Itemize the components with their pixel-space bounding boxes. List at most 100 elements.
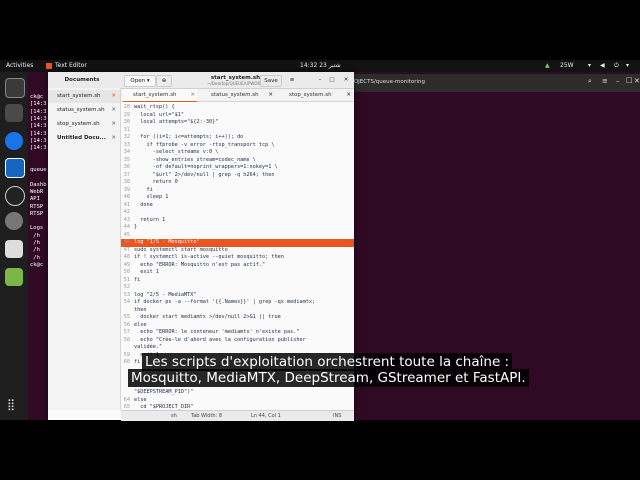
- close-icon[interactable]: ✕: [342, 75, 350, 85]
- terminal-title: ROJECTS/queue-monitoring: [350, 79, 426, 85]
- terminal-line: [14:3: [30, 130, 47, 137]
- maximize-icon[interactable]: □: [328, 75, 336, 85]
- sidebar-item-stop-system[interactable]: stop_system.sh ✕: [48, 118, 120, 131]
- settings-icon[interactable]: [5, 212, 23, 230]
- code-text: echo "ERROR: le conteneur 'mediamtx' n'e…: [134, 329, 300, 335]
- line-number: 52: [123, 284, 130, 290]
- code-line: 40 sleep 1: [121, 194, 354, 202]
- files-icon[interactable]: [5, 104, 23, 122]
- close-icon[interactable]: ✕: [634, 77, 640, 85]
- save-button[interactable]: Save: [260, 75, 282, 87]
- close-icon[interactable]: ✕: [111, 104, 116, 117]
- code-text: then: [134, 306, 147, 313]
- volume-icon[interactable]: ◀: [600, 62, 605, 69]
- minimize-icon[interactable]: –: [316, 75, 324, 85]
- code-line: 33 if ffprobe -v error -rtsp_transport t…: [121, 142, 354, 150]
- sidebar-item-untitled[interactable]: Untitled Docu... ✕: [48, 132, 120, 145]
- line-number: 55: [123, 314, 130, 320]
- sidebar-item-label: stop_system.sh: [57, 121, 100, 127]
- code-text: return 0: [134, 179, 178, 185]
- clock[interactable]: 14:32 شتبر 23: [300, 62, 341, 69]
- cursor-position: Ln 44, Col 1: [251, 413, 281, 419]
- code-line: 38 return 0: [121, 179, 354, 187]
- code-text: done: [134, 201, 153, 208]
- document-icon[interactable]: [5, 240, 23, 258]
- language-selector[interactable]: sh: [171, 413, 177, 419]
- code-line: 56 else: [121, 322, 354, 330]
- code-text: }: [134, 224, 138, 230]
- terminal-line: [14:3: [30, 108, 47, 115]
- menu-icon[interactable]: ≡: [288, 75, 296, 85]
- menu-icon[interactable]: ≡: [602, 77, 608, 85]
- tab-stop-system[interactable]: stop_system.sh ✕: [279, 89, 353, 101]
- open-button[interactable]: Open ▾: [124, 75, 156, 87]
- code-line: 39 fi: [121, 187, 354, 195]
- terminal-line: /h: [30, 232, 40, 239]
- close-icon[interactable]: ✕: [111, 118, 116, 131]
- code-line: 36 -of default=noprint_wrappers=1:nokey=…: [121, 164, 354, 172]
- menu-chevron-icon[interactable]: ▾: [626, 62, 629, 69]
- apps-grid-icon[interactable]: ⣿: [7, 398, 21, 412]
- minimize-icon[interactable]: –: [616, 77, 620, 85]
- code-text: if ! systemctl is-active --quiet mosquit…: [134, 254, 284, 260]
- line-number: 40: [123, 194, 130, 200]
- open-label: Open: [130, 78, 146, 84]
- tab-width-selector[interactable]: Tab Width: 8: [191, 413, 222, 419]
- sidebar-item-label: Untitled Docu...: [57, 135, 106, 141]
- app-menu[interactable]: Text Editor: [55, 62, 87, 69]
- search-icon[interactable]: ⌕: [588, 77, 592, 86]
- text-editor-dock-icon[interactable]: [5, 158, 25, 178]
- sidebar-item-status-system[interactable]: status_system.sh ✕: [48, 104, 120, 117]
- activities-button[interactable]: Activities: [6, 62, 33, 69]
- code-line: 43 return 1: [121, 217, 354, 225]
- terminal-line: API: [30, 196, 40, 203]
- terminal-line: /h: [30, 247, 40, 254]
- terminal-line: [14:3: [30, 101, 47, 108]
- code-line: 48 if ! systemctl is-active --quiet mosqu…: [121, 254, 354, 262]
- obs-icon[interactable]: [5, 186, 25, 206]
- close-icon[interactable]: ✕: [268, 89, 273, 101]
- code-text: if ffprobe -v error -rtsp_transport tcp …: [134, 141, 275, 148]
- code-text: docker start mediamtx >/dev/null 2>&1 ||…: [134, 314, 281, 320]
- terminal-icon[interactable]: [5, 78, 25, 98]
- chrome-icon[interactable]: [5, 132, 23, 150]
- code-text: echo "ERROR: Mosquitto n'est pas actif.": [134, 261, 266, 268]
- power-icon[interactable]: ⏻: [614, 62, 619, 70]
- line-number: 58: [123, 336, 130, 343]
- code-line: 55 docker start mediamtx >/dev/null 2>&1…: [121, 314, 354, 322]
- line-number: 50: [123, 269, 130, 275]
- tab-start-system[interactable]: start_system.sh ✕: [123, 89, 197, 103]
- new-tab-button[interactable]: ⊕: [156, 75, 172, 87]
- line-number: 45: [123, 231, 130, 238]
- terminal-line: /h: [30, 254, 40, 261]
- terminal-line: queue: [30, 167, 47, 173]
- terminal-titlebar: ROJECTS/queue-monitoring ⌕ ≡ – □ ✕: [348, 74, 640, 92]
- tab-status-system[interactable]: status_system.sh ✕: [201, 89, 275, 101]
- extension-icon[interactable]: ▲: [545, 62, 550, 69]
- trash-icon[interactable]: [5, 268, 23, 286]
- network-icon[interactable]: ▾: [588, 62, 591, 69]
- close-icon[interactable]: ✕: [111, 132, 116, 145]
- code-text: log "1/5 - Mosquitto": [134, 239, 200, 245]
- close-icon[interactable]: ✕: [346, 89, 351, 101]
- code-line: 34 -select_streams v:0 \: [121, 149, 354, 157]
- code-line: 44}: [121, 224, 354, 232]
- line-number: 32: [123, 134, 130, 140]
- code-line: 54 if docker ps -a --format '{{.Names}}' …: [121, 299, 354, 307]
- text-editor-icon: [46, 63, 52, 69]
- terminal-line: WebR: [30, 188, 44, 195]
- close-icon[interactable]: ✕: [190, 89, 195, 101]
- chevron-down-icon: ▾: [146, 78, 150, 84]
- sidebar-item-label: status_system.sh: [57, 107, 105, 113]
- maximize-icon[interactable]: □: [626, 76, 633, 84]
- close-icon[interactable]: ✕: [111, 90, 116, 103]
- line-number: 60: [123, 359, 130, 365]
- line-number: 42: [123, 209, 130, 215]
- terminal-line: [14:3: [30, 123, 47, 130]
- code-line: 47 sudo systemctl start mosquitto: [121, 247, 354, 255]
- code-line: 64 else: [121, 397, 354, 405]
- sidebar-item-start-system[interactable]: start_system.sh ✕: [48, 90, 120, 103]
- line-number: 53: [123, 291, 130, 298]
- code-line: validée.": [121, 344, 354, 352]
- code-line: 42: [121, 209, 354, 217]
